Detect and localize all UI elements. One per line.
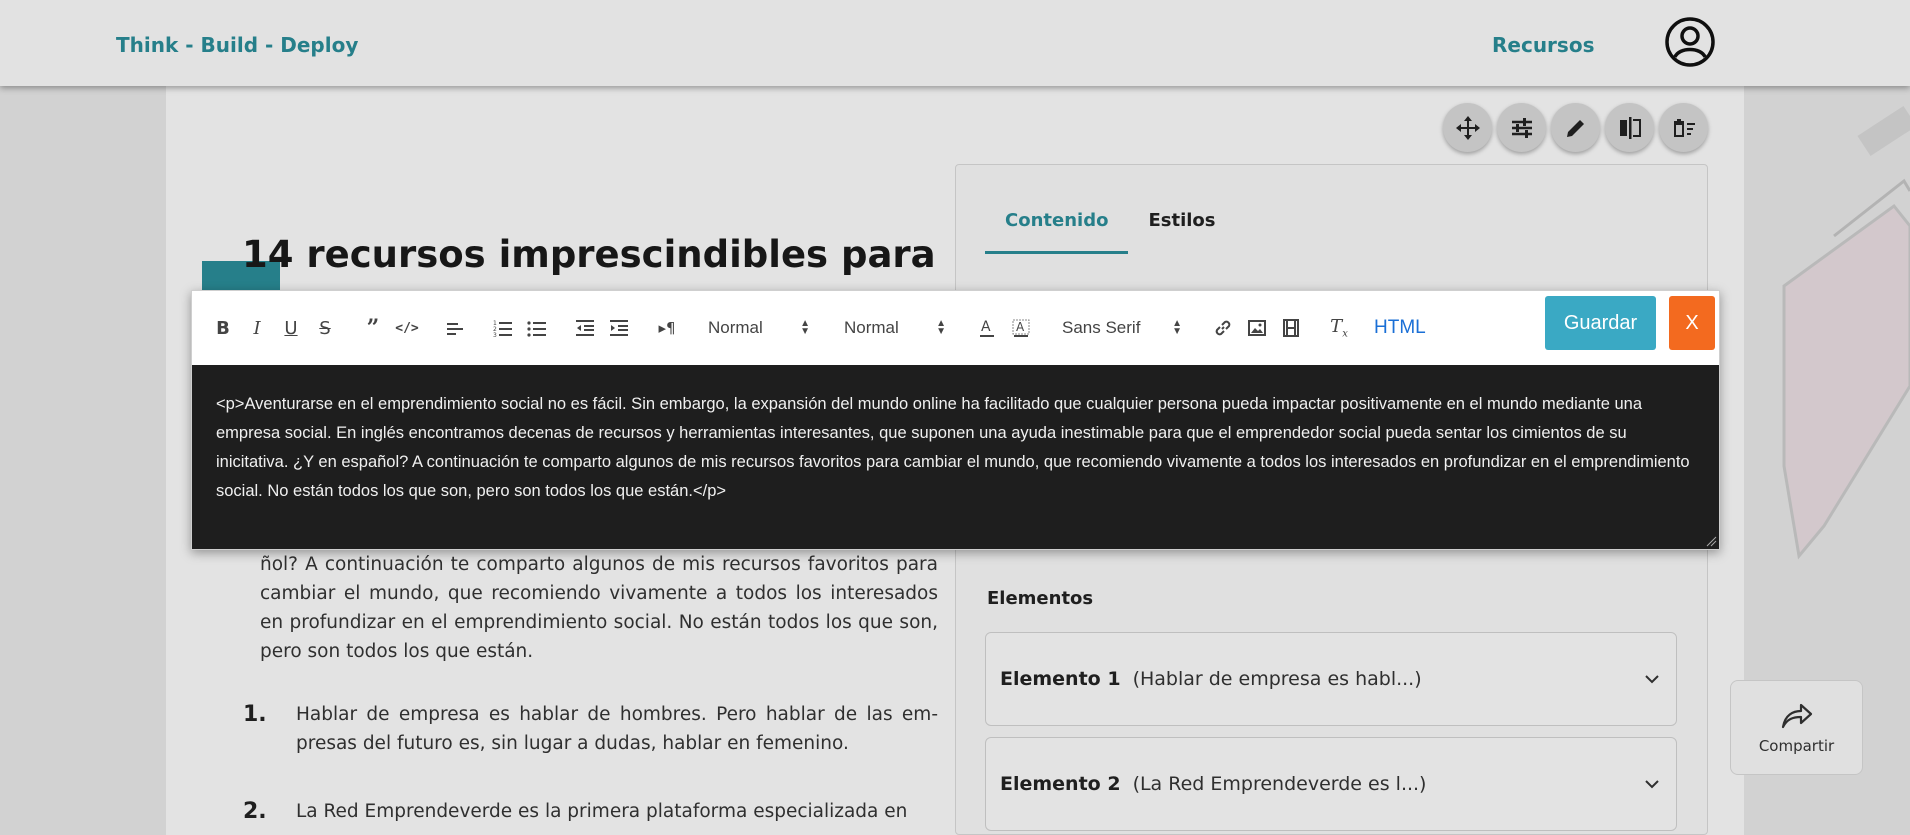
element-title: Elemento 2: [1000, 773, 1121, 795]
bold-button[interactable]: B: [206, 311, 240, 345]
list-item-number: 2.: [243, 799, 267, 824]
panel-tabs: Contenido Estilos: [985, 206, 1236, 254]
video-film-icon: [1283, 319, 1299, 337]
tab-contenido[interactable]: Contenido: [985, 206, 1129, 254]
italic-button[interactable]: I: [240, 311, 274, 345]
size-select[interactable]: Normal ▲ ▼: [834, 318, 956, 338]
clear-formatting-icon: Tx: [1330, 316, 1348, 340]
nav-link-recursos[interactable]: Recursos: [1492, 33, 1594, 57]
list-item-text: La Red Emprendeverde es la primera plata…: [296, 801, 908, 822]
indent-button[interactable]: [602, 311, 636, 345]
text-color-icon: A: [980, 319, 994, 337]
align-button[interactable]: [438, 311, 472, 345]
elements-section-label: Elementos: [987, 588, 1094, 609]
brand-link[interactable]: Think - Build - Deploy: [116, 33, 358, 57]
highlight-color-icon: A: [1012, 319, 1030, 337]
svg-text:3: 3: [493, 332, 497, 337]
blockquote-button[interactable]: ”: [356, 311, 390, 345]
outdent-button[interactable]: [568, 311, 602, 345]
strikethrough-icon: S: [319, 317, 331, 339]
svg-text:A: A: [1016, 320, 1025, 334]
sliders-icon: [1511, 117, 1532, 138]
select-arrows-icon: ▲ ▼: [936, 318, 946, 337]
delete-sweep-icon: [1673, 118, 1695, 137]
text-color-button[interactable]: A: [970, 311, 1004, 345]
list-item: 1. Hablar de empresa es hablar de hombre…: [243, 700, 938, 758]
element-accordion[interactable]: Elemento 2 (La Red Emprendeverde es l...…: [985, 737, 1677, 831]
list-item-number: 1.: [243, 702, 267, 727]
rich-text-editor: B I U S ” </> 123 ▸¶ Normal ▲ ▼ Normal ▲…: [191, 290, 1720, 550]
ordered-list-button[interactable]: 123: [486, 311, 520, 345]
pilcrow-rtl-icon: ▸¶: [658, 319, 676, 337]
image-icon: [1248, 320, 1266, 336]
text-direction-button[interactable]: ▸¶: [650, 311, 684, 345]
user-avatar-icon[interactable]: [1664, 16, 1716, 68]
select-arrows-icon: ▲ ▼: [800, 318, 810, 337]
header-select-value: Normal: [708, 318, 763, 337]
svg-text:A: A: [981, 319, 991, 335]
video-button[interactable]: [1274, 311, 1308, 345]
share-arrow-icon: [1781, 703, 1812, 728]
compare-icon: [1619, 116, 1641, 139]
font-select[interactable]: Sans Serif ▲ ▼: [1052, 318, 1192, 338]
element-accordion[interactable]: Elemento 1 (Hablar de empresa es habl...…: [985, 632, 1677, 726]
swap-block-button[interactable]: [1605, 103, 1654, 152]
element-title: Elemento 1: [1000, 668, 1121, 690]
top-navbar: Think - Build - Deploy Recursos: [0, 0, 1910, 86]
header-select[interactable]: Normal ▲ ▼: [698, 318, 820, 338]
clear-format-button[interactable]: Tx: [1322, 311, 1356, 345]
move-block-button[interactable]: [1443, 103, 1492, 152]
code-icon: </>: [395, 320, 419, 336]
share-label: Compartir: [1758, 736, 1835, 755]
article-title: 14 recursos imprescindibles para: [242, 233, 936, 276]
list-item: 2. La Red Emprendeverde es la primera pl…: [243, 797, 938, 826]
align-left-icon: [447, 323, 463, 335]
move-arrows-icon: [1455, 115, 1480, 140]
block-actions-toolbar: [1443, 103, 1708, 152]
font-select-value: Sans Serif: [1062, 318, 1141, 337]
chevron-down-icon: [1645, 675, 1659, 684]
edit-block-button[interactable]: [1551, 103, 1600, 152]
underline-button[interactable]: U: [274, 311, 308, 345]
image-button[interactable]: [1240, 311, 1274, 345]
bullet-list-icon: [527, 321, 546, 337]
close-editor-button[interactable]: X: [1669, 296, 1715, 350]
italic-icon: I: [253, 317, 261, 339]
article-paragraph: ñol? A continuación te comparto algunos …: [260, 554, 938, 662]
block-settings-button[interactable]: [1497, 103, 1546, 152]
pencil-icon: [1566, 119, 1584, 137]
code-block-button[interactable]: </>: [390, 311, 424, 345]
background-color-button[interactable]: A: [1004, 311, 1038, 345]
page-gutter-left: [0, 86, 166, 835]
underline-icon: U: [284, 317, 298, 339]
editor-toolbar: B I U S ” </> 123 ▸¶ Normal ▲ ▼ Normal ▲…: [192, 291, 1719, 365]
bullet-list-button[interactable]: [520, 311, 554, 345]
list-item-text: Hablar de empresa es hablar de hombres. …: [296, 704, 938, 754]
element-summary: (Hablar de empresa es habl...): [1132, 668, 1422, 690]
quote-icon: ”: [366, 315, 380, 341]
select-arrows-icon: ▲ ▼: [1172, 318, 1182, 337]
html-source-textarea[interactable]: <p>Aventurarse en el emprendimiento soci…: [192, 365, 1719, 549]
link-icon: [1215, 320, 1231, 336]
share-button[interactable]: Compartir: [1730, 680, 1863, 775]
strike-button[interactable]: S: [308, 311, 342, 345]
outdent-icon: [576, 320, 594, 336]
indent-icon: [610, 320, 628, 336]
element-summary: (La Red Emprendeverde es l...): [1132, 773, 1427, 795]
size-select-value: Normal: [844, 318, 899, 337]
chevron-down-icon: [1645, 780, 1659, 789]
save-button[interactable]: Guardar: [1545, 296, 1656, 350]
html-toggle[interactable]: HTML: [1374, 317, 1426, 339]
link-button[interactable]: [1206, 311, 1240, 345]
resize-handle-icon[interactable]: [1705, 535, 1717, 547]
delete-block-button[interactable]: [1659, 103, 1708, 152]
ordered-list-icon: 123: [493, 320, 512, 337]
bold-icon: B: [216, 317, 230, 339]
tab-estilos[interactable]: Estilos: [1128, 206, 1235, 254]
